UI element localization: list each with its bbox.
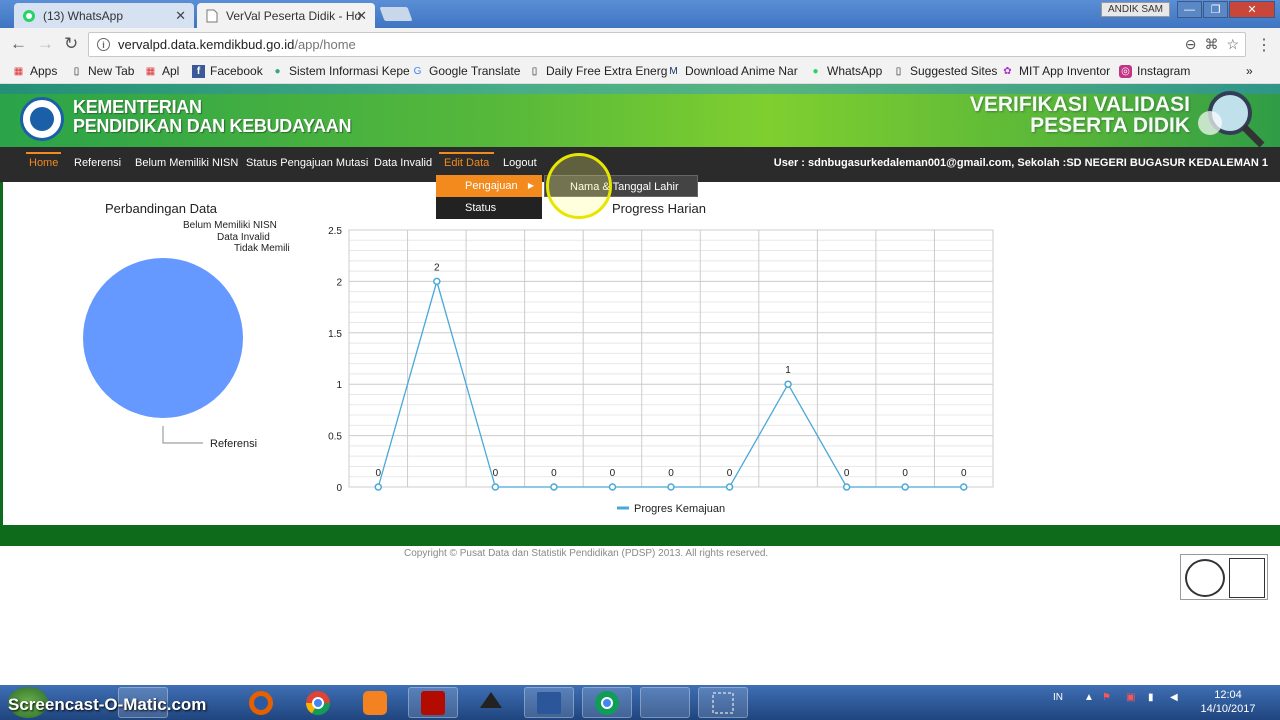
uc-browser-icon[interactable] [350,687,400,718]
clock-time: 12:04 [1214,689,1242,701]
flag-icon[interactable]: ⚑ [1102,692,1111,703]
system-clock[interactable]: 12:04 14/10/2017 [1198,688,1258,716]
data-label: 0 [493,468,499,479]
data-label: 0 [902,468,908,479]
data-point [842,483,851,491]
data-label: 0 [610,468,616,479]
certification-logos [1180,554,1268,600]
screencast-watermark: Screencast-O-Matic.com [8,695,207,714]
inkscape-icon[interactable] [466,687,516,718]
screen-capture-icon[interactable] [698,687,748,718]
firefox-icon[interactable] [236,687,286,718]
data-point [374,483,383,491]
data-point [784,380,792,388]
tray-arrow-icon[interactable]: ▲ [1084,692,1094,703]
data-point [608,483,617,491]
data-label: 0 [551,468,557,479]
data-label: 1 [785,365,791,376]
word-icon[interactable] [524,687,574,718]
y-tick-label: 1.5 [328,329,342,340]
data-label: 0 [844,468,850,479]
network-icon[interactable]: ▣ [1126,692,1135,703]
data-point [491,483,500,491]
plot-area [348,229,994,488]
y-tick-label: 0.5 [328,432,342,443]
acrobat-icon[interactable] [408,687,458,718]
data-point [901,483,909,491]
data-label: 2 [434,262,440,273]
y-tick-label: 1 [336,380,342,391]
footer-band [0,525,1280,546]
ukas-logo [1229,558,1265,598]
y-tick-label: 2 [336,277,342,288]
data-point [667,483,675,491]
clock-date: 14/10/2017 [1200,703,1256,715]
legend-label: Progres Kemajuan [634,503,725,515]
data-point [433,277,441,286]
data-label: 0 [668,468,674,479]
language-indicator[interactable]: IN [1053,692,1063,703]
y-tick-label: 0 [336,483,342,494]
data-label: 0 [375,468,381,479]
volume-icon[interactable]: ◀ [1170,692,1178,703]
signal-icon[interactable]: ▮ [1148,692,1154,703]
page-edge [0,182,3,525]
data-label: 0 [727,468,733,479]
data-point [959,483,968,491]
chrome-taskbar-active[interactable] [582,687,632,718]
taskbar-app-2[interactable] [640,687,690,718]
line-chart: 0 0.5 1 1.5 2 2.5 0 2 0 0 0 0 0 1 0 0 0 Progres Kemajuan [328,226,994,515]
data-label: 0 [961,468,967,479]
chrome-icon[interactable] [293,687,343,718]
copyright-text: Copyright © Pusat Data dan Statistik Pen… [404,548,769,559]
data-point [725,483,734,491]
y-tick-label: 2.5 [328,226,342,237]
iso-logo [1185,559,1225,597]
data-point [550,483,558,491]
